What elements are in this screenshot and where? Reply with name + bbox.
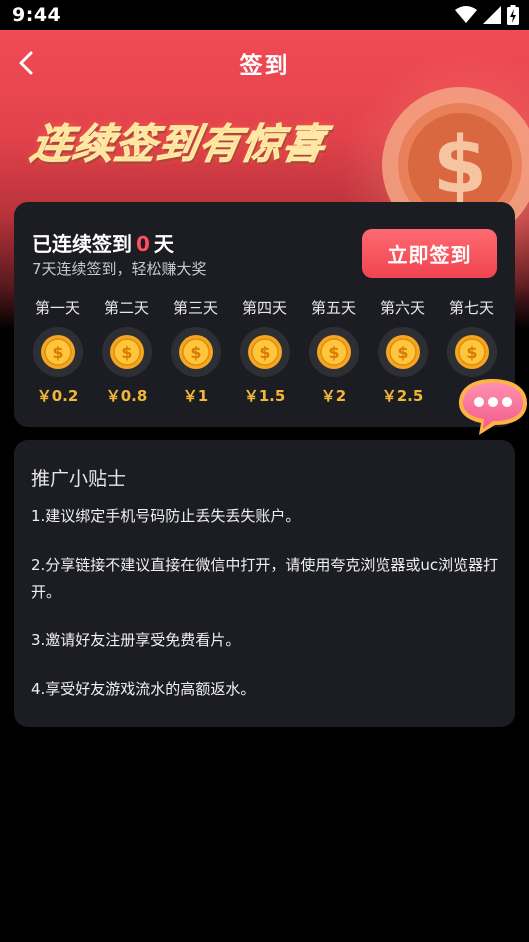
page-title: 签到 [239, 53, 290, 79]
day-amount: ￥1.5 [243, 387, 286, 405]
svg-text:$: $ [190, 343, 201, 362]
day-label: 第三天 [172, 299, 218, 317]
day-reward-3: 第三天 $ ￥1 [161, 297, 230, 406]
day-label: 第六天 [379, 299, 425, 317]
day-amount: ￥0.2 [36, 387, 79, 405]
streak-title: 已连续签到 0 天 [32, 228, 174, 257]
day-reward-5: 第五天 $ ￥2 [299, 297, 368, 406]
coin-icon: $ [170, 327, 221, 377]
signin-now-button[interactable]: 立即签到 [362, 229, 497, 278]
coin-icon: $ [32, 327, 83, 377]
tips-title: 推广小贴士 [31, 468, 127, 490]
day-reward-6: 第六天 $ ￥2.5 [368, 297, 437, 406]
day-label: 第二天 [103, 299, 149, 317]
day-label: 第七天 [448, 299, 494, 317]
coin-icon: $ [308, 327, 359, 377]
day-label: 第五天 [310, 299, 356, 317]
svg-text:$: $ [328, 343, 339, 362]
tips-card: 推广小贴士 1.建议绑定手机号码防止丢失丢失账户。 2.分享链接不建议直接在微信… [14, 440, 515, 727]
battery-charging-icon [507, 5, 519, 25]
svg-text:$: $ [433, 121, 487, 211]
day-label: 第一天 [34, 299, 80, 317]
coin-icon: $ [101, 327, 152, 377]
day-label: 第四天 [241, 299, 287, 317]
svg-text:$: $ [121, 343, 132, 362]
svg-text:$: $ [259, 343, 270, 362]
cellular-signal-icon [483, 6, 501, 24]
coin-icon: $ [239, 327, 290, 377]
status-bar: 9:44 [0, 0, 529, 30]
tip-item-1: 1.建议绑定手机号码防止丢失丢失账户。 [31, 507, 301, 525]
tip-item-2: 2.分享链接不建议直接在微信中打开，请使用夸克浏览器或uc浏览器打开。 [31, 556, 499, 601]
coin-icon: $ [377, 327, 428, 377]
chat-bubble-icon[interactable] [455, 375, 529, 437]
tip-item-3: 3.邀请好友注册享受免费看片。 [31, 631, 241, 649]
coin-icon: $ [446, 327, 497, 377]
svg-text:$: $ [397, 343, 408, 362]
streak-suffix: 天 [153, 232, 174, 256]
day-reward-1: 第一天 $ ￥0.2 [23, 297, 92, 406]
day-reward-4: 第四天 $ ￥1.5 [230, 297, 299, 406]
streak-prefix: 已连续签到 [32, 232, 132, 256]
tip-item-4: 4.享受好友游戏流水的高额返水。 [31, 680, 256, 698]
daily-rewards: 第一天 $ ￥0.2 第二天 $ ￥0.8 第三天 $ ￥1 第四天 $ ￥1.… [0, 297, 529, 407]
status-time: 9:44 [12, 4, 62, 26]
streak-days-count: 0 [136, 232, 150, 256]
wifi-icon [455, 6, 477, 23]
day-amount: ￥1 [182, 387, 209, 405]
day-amount: ￥2 [320, 387, 347, 405]
svg-text:$: $ [52, 343, 63, 362]
day-amount: ￥2.5 [381, 387, 424, 405]
day-amount: ￥0.8 [105, 387, 148, 405]
banner-slogan: 连续签到有惊喜 [27, 120, 330, 169]
day-reward-2: 第二天 $ ￥0.8 [92, 297, 161, 406]
streak-subtitle: 7天连续签到，轻松赚大奖 [32, 260, 207, 278]
svg-text:$: $ [466, 343, 477, 362]
status-icons [455, 5, 519, 25]
